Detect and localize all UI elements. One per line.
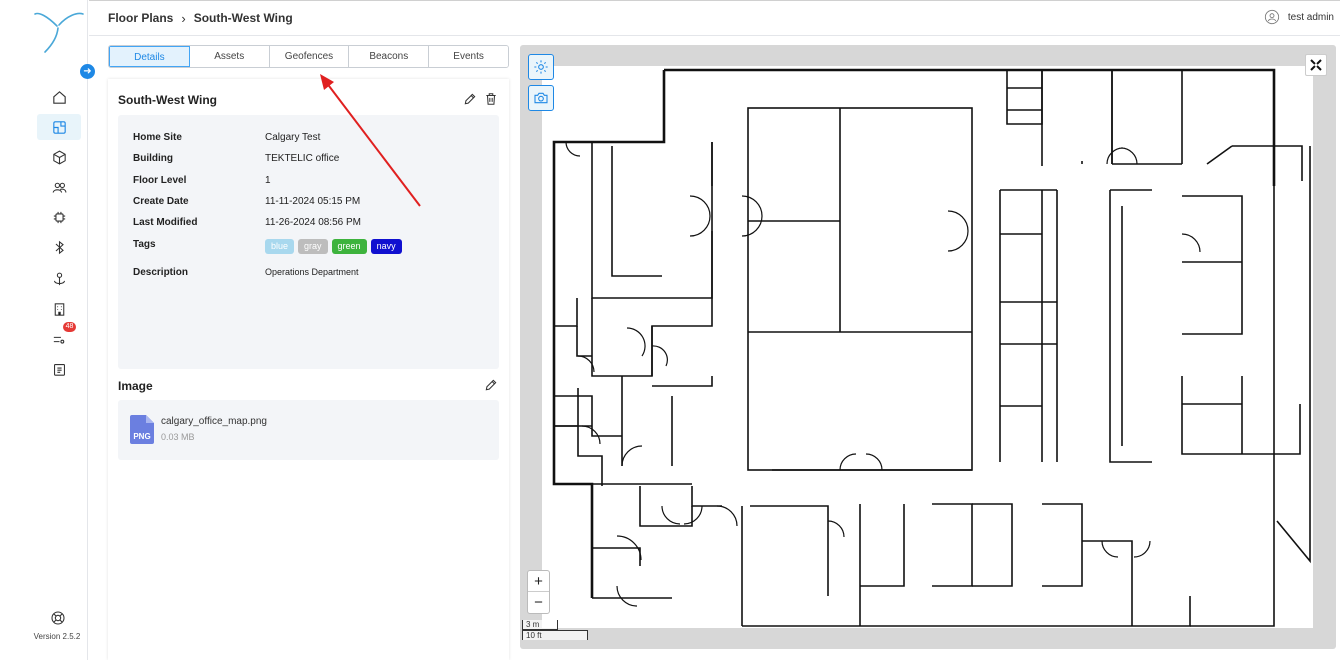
breadcrumb-current: South-West Wing <box>193 11 293 25</box>
sidebar-item-devices[interactable] <box>37 204 81 230</box>
field-home-site: Home Site Calgary Test <box>133 132 320 143</box>
file-size: 0.03 MB <box>161 432 195 442</box>
field-label: Floor Level <box>133 175 187 186</box>
chevron-right-icon: › <box>181 10 186 26</box>
details-fields: Home Site Calgary Test Building TEKTELIC… <box>118 115 499 369</box>
field-floor-level: Floor Level 1 <box>133 175 271 186</box>
sidebar-item-location[interactable] <box>37 266 81 292</box>
edit-image-pencil-icon[interactable] <box>484 378 498 392</box>
chip-icon <box>53 211 65 223</box>
tag-list: blue gray green navy <box>265 239 406 254</box>
floor-plan-map[interactable] <box>542 66 1313 628</box>
user-name: test admin <box>1287 11 1334 23</box>
tag-chip: navy <box>370 239 402 254</box>
alerts-count-badge: 48 <box>63 322 76 332</box>
top-header: Floor Plans › South-West Wing test admin <box>89 0 1340 36</box>
breadcrumb-floor-plans[interactable]: Floor Plans <box>108 11 173 25</box>
tag-chip: gray <box>298 239 328 254</box>
anchor-pin-icon <box>53 272 65 285</box>
field-description: Description Operations Department <box>133 267 359 278</box>
sidebar-item-floor-plans[interactable] <box>37 114 81 140</box>
field-tags: Tags blue gray green navy <box>133 239 406 254</box>
zoom-in-button[interactable]: + <box>528 571 549 592</box>
sidebar-item-reports[interactable] <box>37 356 81 382</box>
alerts-list-icon <box>53 336 64 344</box>
field-label: Description <box>133 267 189 278</box>
tab-details[interactable]: Details <box>109 46 190 67</box>
floor-plan-icon <box>52 120 66 134</box>
zoom-out-button[interactable]: − <box>528 592 549 613</box>
field-value: Calgary Test <box>265 132 321 143</box>
field-last-modified: Last Modified 11-26-2024 08:56 PM <box>133 217 361 228</box>
field-label: Building <box>133 153 173 164</box>
map-scale-bar: 3 m 10 ft <box>522 620 590 640</box>
app-logo[interactable] <box>33 8 85 54</box>
sidebar: ➜ 48 Version 2.5.2 <box>0 0 95 660</box>
png-file-icon: PNG <box>130 415 154 444</box>
home-icon <box>52 90 66 104</box>
field-value: 11-26-2024 08:56 PM <box>265 217 361 228</box>
field-value: 1 <box>265 175 271 186</box>
field-label: Create Date <box>133 196 189 207</box>
floor-title: South-West Wing <box>118 93 217 107</box>
sidebar-item-bluetooth[interactable] <box>37 234 81 260</box>
user-menu[interactable]: test admin <box>1264 9 1334 25</box>
map-zoom-control: + − <box>527 570 550 614</box>
floor-plan-drawing <box>552 68 1311 627</box>
field-label: Tags <box>133 239 156 250</box>
fullscreen-icon <box>1310 59 1322 71</box>
bluetooth-icon <box>55 240 64 254</box>
building-icon <box>54 302 64 316</box>
tag-chip: blue <box>265 239 295 254</box>
details-card: South-West Wing Home Site Calgary Test B… <box>108 79 509 660</box>
cube-icon <box>52 150 66 164</box>
tab-events[interactable]: Events <box>429 46 508 67</box>
scale-imperial: 10 ft <box>522 630 588 640</box>
tab-assets[interactable]: Assets <box>189 46 270 67</box>
tab-beacons[interactable]: Beacons <box>349 46 430 67</box>
image-file[interactable]: PNG calgary_office_map.png 0.03 MB <box>118 400 499 460</box>
edit-pencil-icon[interactable] <box>463 92 477 106</box>
file-name: calgary_office_map.png <box>161 416 267 427</box>
field-value: Operations Department <box>265 267 359 277</box>
map-snapshot-button[interactable] <box>528 85 554 111</box>
image-section-title: Image <box>118 379 153 393</box>
app-version: Version 2.5.2 <box>33 632 81 641</box>
details-panel: Details Assets Geofences Beacons Events … <box>108 45 509 660</box>
sidebar-item-assets[interactable] <box>37 144 81 170</box>
scale-metric: 3 m <box>522 620 558 630</box>
lifebuoy-help-icon[interactable] <box>50 610 66 626</box>
clipboard-list-icon <box>53 363 65 376</box>
field-building: Building TEKTELIC office <box>133 153 339 164</box>
file-type-label: PNG <box>133 432 150 441</box>
sidebar-item-home[interactable] <box>37 84 81 110</box>
tab-bar: Details Assets Geofences Beacons Events <box>108 45 509 68</box>
field-value: 11-11-2024 05:15 PM <box>265 196 361 207</box>
delete-trash-icon[interactable] <box>484 92 498 106</box>
sidebar-expand-button[interactable]: ➜ <box>80 64 95 79</box>
map-settings-button[interactable] <box>528 54 554 80</box>
users-icon <box>52 182 66 193</box>
tab-geofences[interactable]: Geofences <box>269 46 350 67</box>
field-value: TEKTELIC office <box>265 153 340 164</box>
sidebar-item-users[interactable] <box>37 174 81 200</box>
field-label: Home Site <box>133 132 182 143</box>
map-fullscreen-button[interactable] <box>1305 54 1327 76</box>
field-create-date: Create Date 11-11-2024 05:15 PM <box>133 196 360 207</box>
sidebar-item-buildings[interactable] <box>37 296 81 322</box>
sidebar-item-alerts[interactable]: 48 <box>37 322 81 352</box>
camera-icon <box>534 92 548 104</box>
tag-chip: green <box>331 239 367 254</box>
user-avatar-icon <box>1264 9 1279 25</box>
field-label: Last Modified <box>133 217 198 228</box>
gear-icon <box>534 60 548 74</box>
